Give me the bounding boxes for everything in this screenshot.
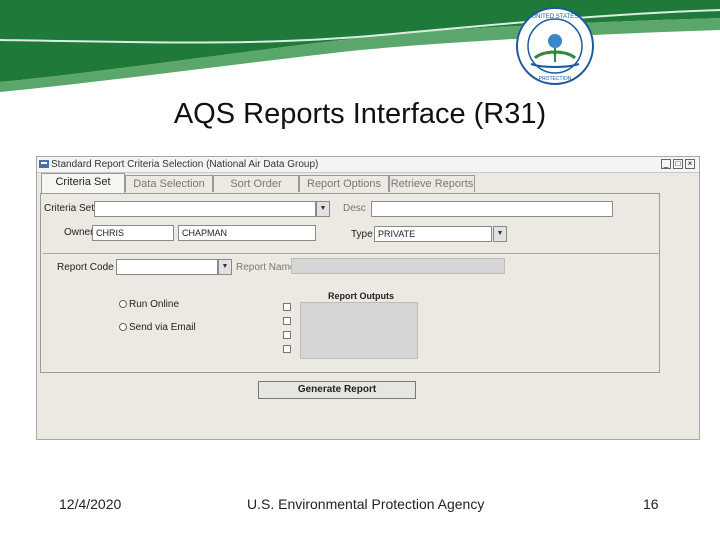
type-label: Type <box>351 229 373 240</box>
report-criteria-window: Standard Report Criteria Selection (Nati… <box>36 156 700 440</box>
maximize-button[interactable]: □ <box>673 159 683 169</box>
report-name-label: Report Name <box>236 262 296 273</box>
report-name-field <box>291 258 505 274</box>
owner-first-name[interactable]: CHRIS <box>92 225 174 241</box>
criteria-set-dropdown-button[interactable]: ▼ <box>316 201 330 217</box>
report-outputs-label: Report Outputs <box>328 291 394 301</box>
report-outputs-box <box>300 302 418 359</box>
owner-label: Owner <box>64 227 94 238</box>
criteria-set-panel: Criteria Set ▼ Desc Owner CHRIS CHAPMAN … <box>40 193 660 373</box>
slide-title: AQS Reports Interface (R31) <box>173 98 547 130</box>
send-email-radio[interactable] <box>119 323 127 331</box>
tab-data-selection[interactable]: Data Selection <box>125 175 213 192</box>
output-checkbox-2[interactable] <box>283 317 291 325</box>
criteria-set-select[interactable] <box>94 201 316 217</box>
footer-date: 12/4/2020 <box>59 496 122 512</box>
run-online-label: Run Online <box>129 299 180 310</box>
report-code-dropdown-button[interactable]: ▼ <box>218 259 232 275</box>
tab-criteria-set[interactable]: Criteria Set <box>41 173 125 193</box>
svg-text:UNITED STATES: UNITED STATES <box>532 14 578 20</box>
svg-text:PROTECTION: PROTECTION <box>539 76 572 82</box>
generate-report-button[interactable]: Generate Report <box>258 381 416 399</box>
type-dropdown-button[interactable]: ▼ <box>493 226 507 242</box>
tab-retrieve-reports[interactable]: Retrieve Reports <box>389 175 475 192</box>
header-banner <box>0 0 720 92</box>
footer-organization: U.S. Environmental Protection Agency <box>247 496 485 512</box>
desc-input[interactable] <box>371 201 613 217</box>
output-checkbox-4[interactable] <box>283 345 291 353</box>
desc-label: Desc <box>343 203 366 214</box>
tab-report-options[interactable]: Report Options <box>299 175 389 192</box>
section-divider <box>43 253 659 254</box>
output-checkbox-1[interactable] <box>283 303 291 311</box>
tab-sort-order[interactable]: Sort Order <box>213 175 299 192</box>
minimize-button[interactable]: _ <box>661 159 671 169</box>
app-icon <box>39 160 49 168</box>
type-select[interactable]: PRIVATE <box>374 226 492 242</box>
epa-seal-logo: UNITED STATES PROTECTION <box>516 7 594 85</box>
output-checkbox-3[interactable] <box>283 331 291 339</box>
window-titlebar: Standard Report Criteria Selection (Nati… <box>37 157 699 173</box>
report-code-label: Report Code <box>57 262 114 273</box>
page-number: 16 <box>643 496 659 512</box>
close-button[interactable]: × <box>685 159 695 169</box>
criteria-set-label: Criteria Set <box>44 203 95 214</box>
report-code-select[interactable] <box>116 259 218 275</box>
window-title: Standard Report Criteria Selection (Nati… <box>51 159 319 170</box>
send-email-label: Send via Email <box>129 322 196 333</box>
owner-last-name[interactable]: CHAPMAN <box>178 225 316 241</box>
run-online-radio[interactable] <box>119 300 127 308</box>
